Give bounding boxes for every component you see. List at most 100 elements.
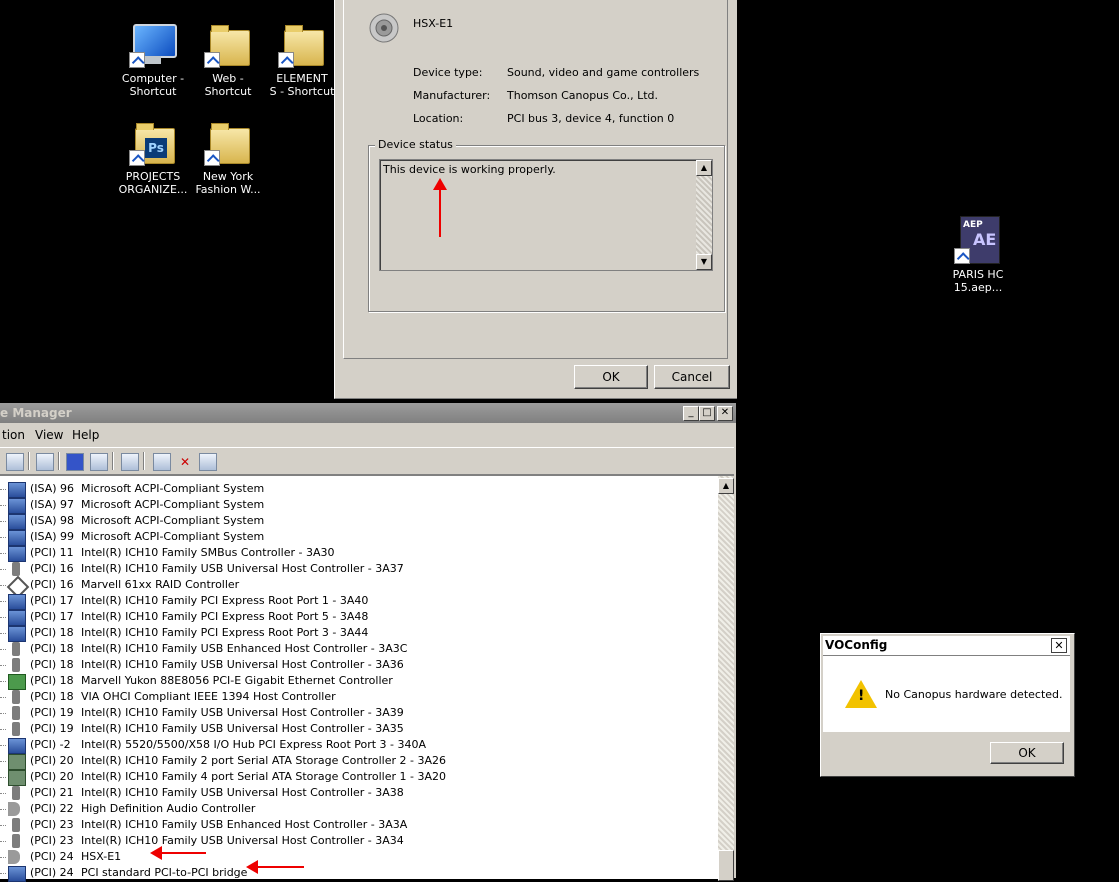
device-row[interactable]: (ISA) 96 Microsoft ACPI-Compliant System	[0, 481, 716, 498]
device-bus: (ISA) 98	[30, 514, 75, 527]
folder-icon	[204, 118, 252, 166]
device-bus: (PCI) 21	[30, 786, 74, 799]
menu-action[interactable]: tion	[2, 425, 25, 445]
minimize-icon[interactable]: _	[683, 406, 699, 421]
help-icon[interactable]	[66, 453, 84, 471]
device-row[interactable]: (PCI) 23 Intel(R) ICH10 Family USB Univer…	[0, 833, 716, 849]
device-name: Intel(R) ICH10 Family USB Enhanced Host …	[81, 642, 408, 655]
close-icon[interactable]: ✕	[717, 406, 733, 421]
cancel-button[interactable]: Cancel	[654, 365, 730, 389]
device-row[interactable]: (PCI) 20 Intel(R) ICH10 Family 4 port Ser…	[0, 769, 716, 786]
chip-device-icon	[8, 610, 26, 626]
chip-device-icon	[8, 866, 26, 882]
usb-device-icon	[12, 642, 20, 656]
desktop-icon-elements[interactable]: ELEMENT S - Shortcut	[262, 20, 342, 98]
desktop-icon-paris-aep[interactable]: AEP AE PARIS HC 15.aep...	[938, 216, 1018, 294]
chip-device-icon	[8, 738, 26, 754]
status-scrollbar[interactable]: ▲ ▼	[696, 160, 712, 270]
device-name: Intel(R) ICH10 Family USB Universal Host…	[81, 658, 404, 671]
device-row[interactable]: (PCI) 17 Intel(R) ICH10 Family PCI Expres…	[0, 609, 716, 626]
device-bus: (PCI) 17	[30, 610, 74, 623]
manufacturer-label: Manufacturer:	[413, 89, 491, 102]
device-name: HSX-E1	[81, 850, 122, 863]
voconfig-ok-button[interactable]: OK	[990, 742, 1064, 764]
device-row[interactable]: (PCI) 20 Intel(R) ICH10 Family 2 port Ser…	[0, 753, 716, 770]
console-tree-icon[interactable]	[90, 453, 108, 471]
device-row[interactable]: (PCI) 22 High Definition Audio Controller	[0, 801, 716, 817]
menu-view[interactable]: View	[35, 425, 63, 445]
maximize-icon[interactable]: □	[699, 406, 715, 421]
device-row[interactable]: (PCI) 23 Intel(R) ICH10 Family USB Enhanc…	[0, 817, 716, 833]
device-bus: (ISA) 96	[30, 482, 75, 495]
device-row[interactable]: (PCI) 11 Intel(R) ICH10 Family SMBus Cont…	[0, 545, 716, 562]
update-driver-icon[interactable]	[153, 453, 171, 471]
properties-icon[interactable]	[36, 453, 54, 471]
menu-help[interactable]: Help	[72, 425, 99, 445]
tree-connector	[0, 697, 6, 698]
desktop-icon-label: PROJECTS ORGANIZE...	[118, 170, 188, 196]
desktop-icon-projects[interactable]: Ps PROJECTS ORGANIZE...	[113, 118, 193, 196]
device-name: Intel(R) ICH10 Family PCI Express Root P…	[81, 610, 369, 623]
device-row[interactable]: (PCI) 18 Marvell Yukon 88E8056 PCI-E Giga…	[0, 673, 716, 690]
device-row[interactable]: (PCI) 16 Marvell 61xx RAID Controller	[0, 575, 716, 599]
voconfig-dialog: VOConfig ✕ ! No Canopus hardware detecte…	[820, 633, 1075, 777]
chip-device-icon	[8, 530, 26, 546]
device-name: Intel(R) ICH10 Family USB Universal Host…	[81, 786, 404, 799]
close-icon[interactable]: ✕	[1051, 638, 1067, 653]
device-row[interactable]: (PCI) 18 Intel(R) ICH10 Family PCI Expres…	[0, 625, 716, 642]
device-row[interactable]: (PCI) 18 VIA OHCI Compliant IEEE 1394 Hos…	[0, 689, 716, 705]
desktop-icon-new-york[interactable]: New York Fashion W...	[188, 118, 268, 196]
device-name: Intel(R) ICH10 Family 4 port Serial ATA …	[81, 770, 446, 783]
forward-icon[interactable]	[6, 453, 24, 471]
device-bus: (PCI) -2	[30, 738, 71, 751]
voconfig-titlebar[interactable]: VOConfig ✕	[823, 636, 1070, 656]
device-status-textbox[interactable]: This device is working properly. ▲ ▼	[379, 159, 713, 271]
device-row[interactable]: (PCI) 19 Intel(R) ICH10 Family USB Univer…	[0, 705, 716, 721]
scroll-down-icon[interactable]: ▼	[696, 254, 712, 270]
device-manager-titlebar[interactable]: e Manager _ □ ✕	[0, 403, 736, 423]
usb-device-icon	[12, 818, 20, 832]
device-bus: (PCI) 23	[30, 834, 74, 847]
tree-connector	[0, 585, 6, 586]
device-name: Marvell 61xx RAID Controller	[81, 578, 240, 591]
usb-device-icon	[12, 690, 20, 704]
scan-hardware-icon[interactable]	[121, 453, 139, 471]
tree-connector	[0, 825, 6, 826]
desktop-icon-web[interactable]: Web - Shortcut	[188, 20, 268, 98]
device-row[interactable]: (PCI) 24 PCI standard PCI-to-PCI bridge	[0, 865, 716, 882]
speaker-icon	[369, 13, 399, 43]
ok-button[interactable]: OK	[574, 365, 648, 389]
scroll-up-icon[interactable]: ▲	[696, 160, 712, 176]
device-row[interactable]: (PCI) 18 Intel(R) ICH10 Family USB Enhanc…	[0, 641, 716, 657]
net-device-icon	[8, 674, 26, 690]
device-type-label: Device type:	[413, 66, 483, 79]
device-row[interactable]: (ISA) 97 Microsoft ACPI-Compliant System	[0, 497, 716, 514]
device-row[interactable]: (PCI) -2 Intel(R) 5520/5500/X58 I/O Hub P…	[0, 737, 716, 754]
device-name: HSX-E1	[413, 17, 454, 30]
device-row[interactable]: (PCI) 18 Intel(R) ICH10 Family USB Univer…	[0, 657, 716, 673]
uninstall-icon[interactable]: ✕	[176, 453, 194, 471]
tree-connector	[0, 793, 6, 794]
tree-connector	[0, 761, 6, 762]
device-row[interactable]: (PCI) 24 HSX-E1	[0, 849, 716, 865]
device-row[interactable]: (PCI) 19 Intel(R) ICH10 Family USB Univer…	[0, 721, 716, 737]
annotation-arrow-up	[433, 178, 447, 237]
scroll-up-icon[interactable]: ▲	[718, 478, 734, 494]
scroll-thumb[interactable]	[718, 850, 734, 881]
annotation-arrow-left-hsx	[150, 846, 206, 860]
location-value: PCI bus 3, device 4, function 0	[507, 112, 675, 125]
device-status-text: This device is working properly.	[383, 163, 556, 176]
desktop-icon-computer[interactable]: Computer - Shortcut	[113, 20, 193, 98]
device-row[interactable]: (PCI) 21 Intel(R) ICH10 Family USB Univer…	[0, 785, 716, 801]
device-bus: (PCI) 18	[30, 642, 74, 655]
device-row[interactable]: (PCI) 17 Intel(R) ICH10 Family PCI Expres…	[0, 593, 716, 610]
device-row[interactable]: (PCI) 16 Intel(R) ICH10 Family USB Univer…	[0, 561, 716, 577]
voconfig-title: VOConfig	[825, 638, 888, 652]
tree-connector	[0, 553, 6, 554]
device-row[interactable]: (ISA) 98 Microsoft ACPI-Compliant System	[0, 513, 716, 530]
disable-icon[interactable]	[199, 453, 217, 471]
tree-scrollbar[interactable]: ▲	[718, 476, 734, 881]
device-bus: (PCI) 24	[30, 866, 74, 879]
device-tree[interactable]: (ISA) 96 Microsoft ACPI-Compliant System(…	[0, 475, 734, 882]
device-row[interactable]: (ISA) 99 Microsoft ACPI-Compliant System	[0, 529, 716, 546]
